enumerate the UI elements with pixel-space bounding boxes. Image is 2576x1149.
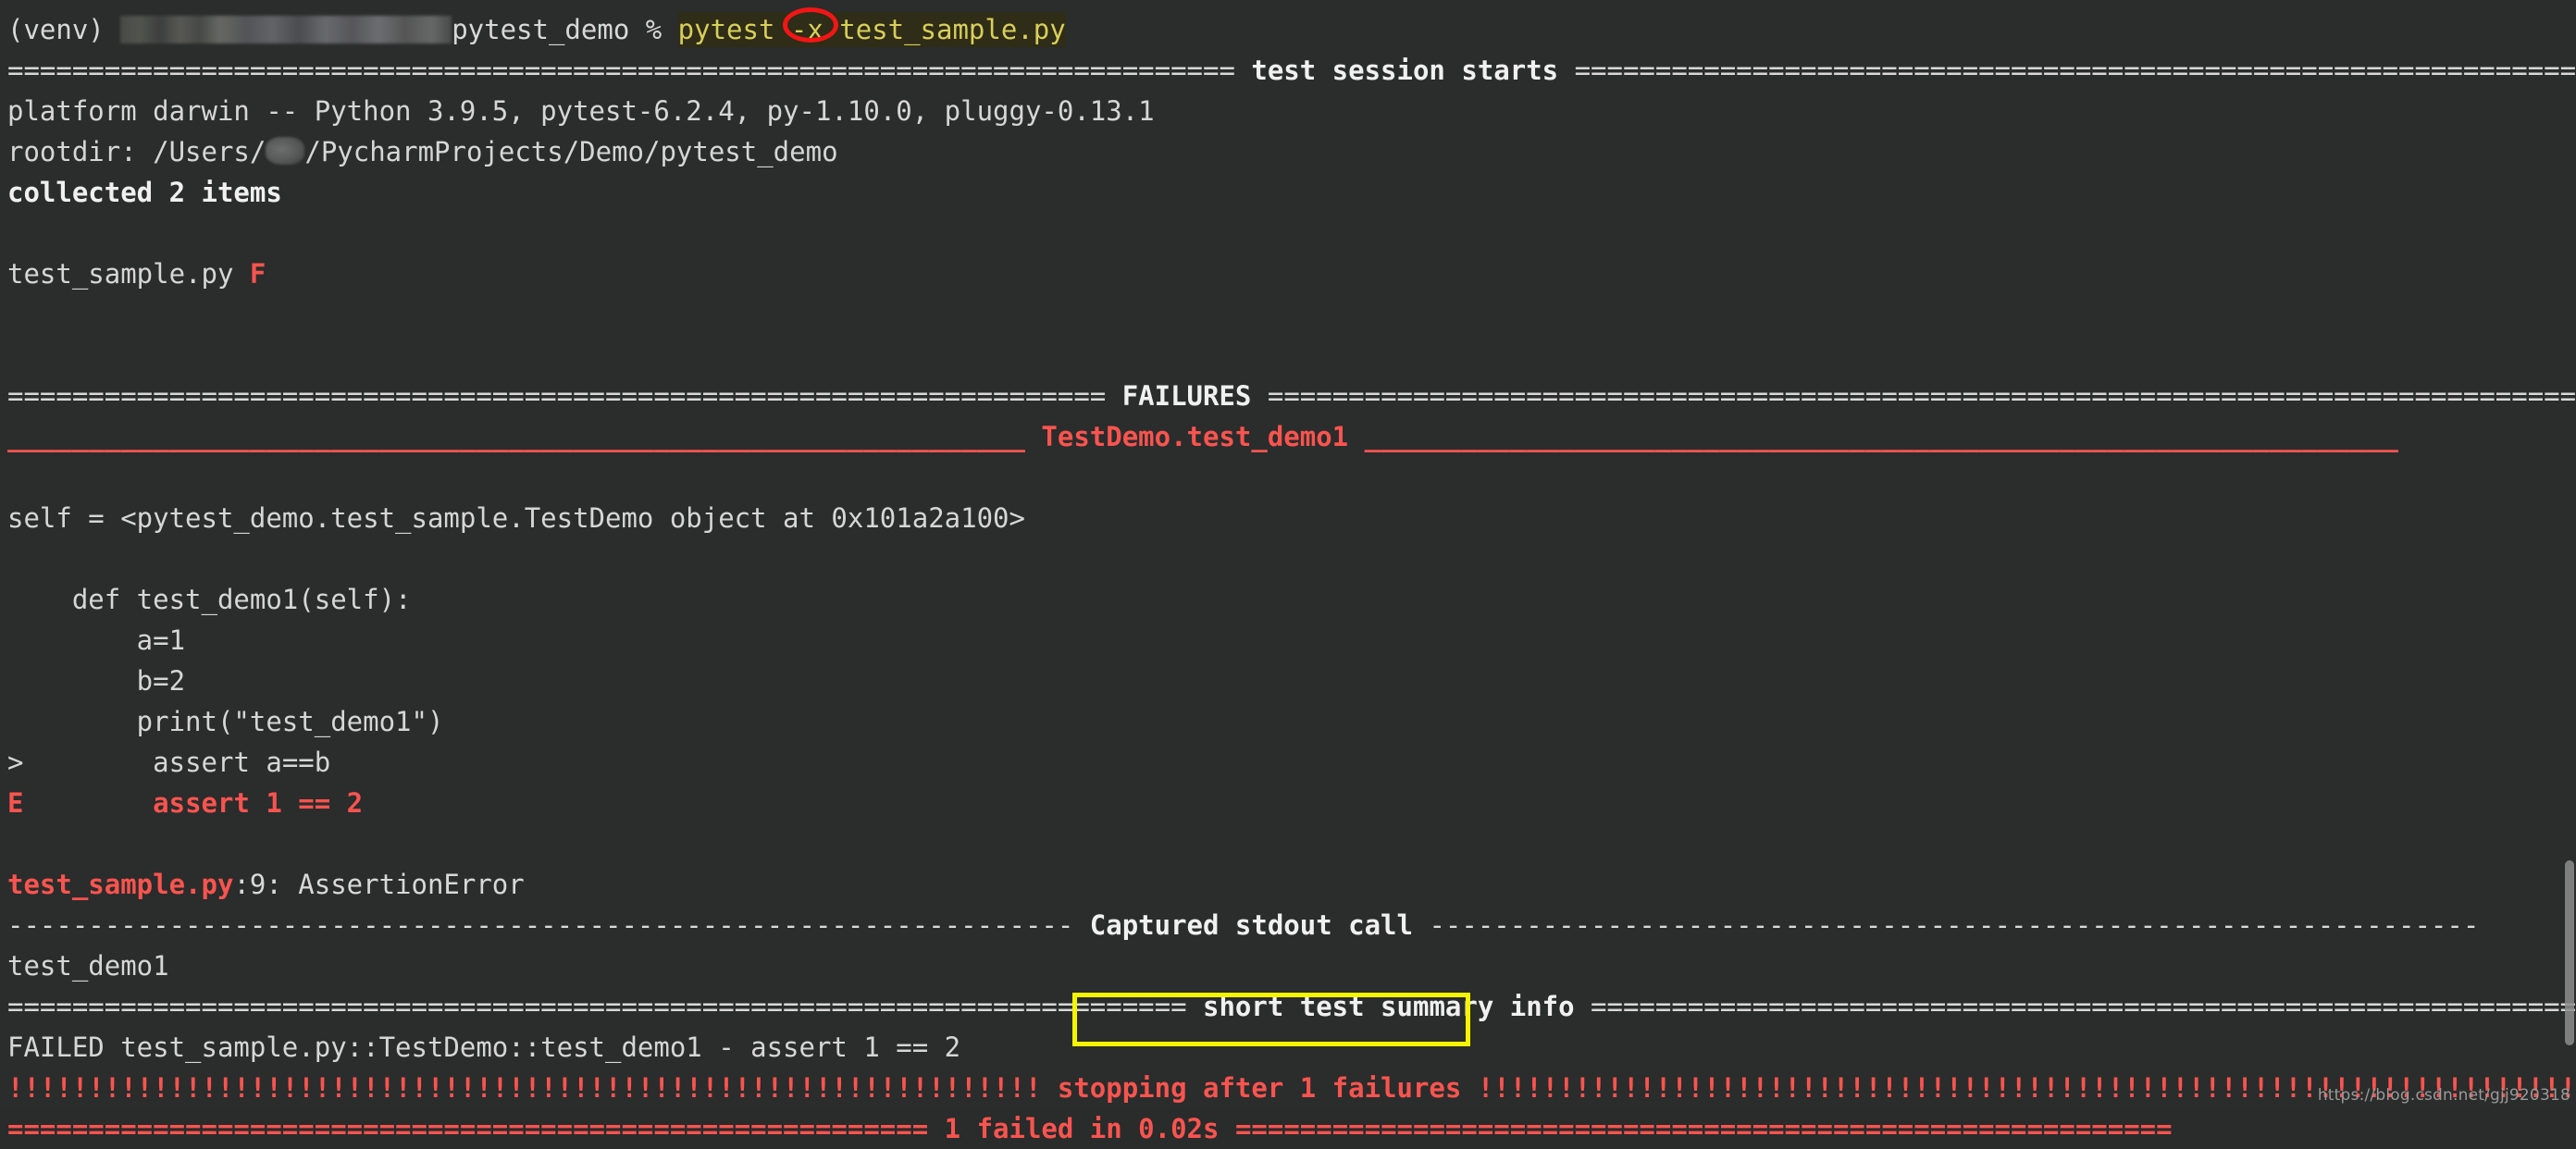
summary-banner: ========================================… (0, 986, 2576, 1027)
command-flag: -x (790, 14, 824, 45)
failed-test-title: TestDemo.test_demo1 (1024, 421, 1365, 452)
final-rule-left: ========================================… (7, 1113, 929, 1144)
bang-rule-left: !!!!!!!!!!!!!!!!!!!!!!!!!!!!!!!!!!!!!!!!… (7, 1072, 1042, 1104)
stopping-banner: !!!!!!!!!!!!!!!!!!!!!!!!!!!!!!!!!!!!!!!!… (0, 1068, 2576, 1108)
spacer-line-5 (0, 538, 2576, 579)
flag-annotation-wrapper: -x (782, 7, 838, 50)
captured-rule-right: ----------------------------------------… (1429, 909, 2480, 941)
error-location-file: test_sample.py (7, 869, 234, 900)
shell-prompt-line: (venv) pytest_demo % pytest -x test_samp… (0, 7, 2576, 50)
captured-stdout-banner: ----------------------------------------… (0, 905, 2576, 945)
assert-error-line: E assert 1 == 2 (0, 783, 2576, 823)
test-progress-line: test_sample.py F (0, 253, 2576, 294)
failures-title: FAILURES (1106, 380, 1268, 412)
summary-failed-line: FAILED test_sample.py::TestDemo::test_de… (7, 1032, 961, 1063)
error-location-rest: :9: AssertionError (233, 869, 525, 900)
final-result-banner: ========================================… (0, 1108, 2576, 1149)
stopping-text: stopping after 1 failures (1041, 1072, 1478, 1104)
error-marker: E (7, 787, 24, 819)
captured-title: Captured stdout call (1073, 909, 1430, 941)
test-result-char: F (249, 258, 266, 290)
terminal-window[interactable]: (venv) pytest_demo % pytest -x test_samp… (0, 0, 2576, 1144)
captured-rule-left: ----------------------------------------… (7, 909, 1074, 941)
venv-indicator: (venv) (7, 14, 121, 45)
collected-items-line: collected 2 items (0, 172, 2576, 213)
assert-marker: > (7, 747, 24, 778)
redacted-path-block (120, 16, 452, 43)
command-name: pytest (677, 14, 791, 45)
assert-source-text: assert a==b (23, 747, 331, 778)
redacted-username-block (266, 137, 305, 165)
watermark-text: https://blog.csdn.net/gjj920318 (2317, 1086, 2570, 1105)
vertical-scrollbar[interactable] (2565, 860, 2574, 1045)
captured-stdout-text: test_demo1 (7, 950, 169, 982)
spacer-line-4 (0, 457, 2576, 498)
failures-rule-right: ========================================… (1267, 380, 2576, 412)
command-target: test_sample.py (823, 14, 1066, 45)
session-start-banner: ========================================… (0, 50, 2576, 91)
summary-rule-right: ========================================… (1591, 991, 2576, 1022)
rootdir-suffix: /PycharmProjects/Demo/pytest_demo (304, 136, 838, 167)
spacer-line-6 (0, 823, 2576, 864)
code-line: print("test_demo1") (7, 706, 444, 737)
banner-rule-left: ========================================… (7, 55, 1235, 86)
final-rule-right: ========================================… (1234, 1113, 2173, 1144)
self-repr-line: self = <pytest_demo.test_sample.TestDemo… (7, 502, 1025, 534)
error-location-line: test_sample.py:9: AssertionError (0, 864, 2576, 905)
failed-test-rule-left: ________________________________________… (7, 421, 1025, 452)
code-line: def test_demo1(self): (7, 584, 412, 615)
banner-rule-right: ========================================… (1574, 55, 2576, 86)
final-result-text: 1 failed in 0.02s (928, 1113, 1235, 1144)
assert-source-line: > assert a==b (0, 742, 2576, 783)
spacer-line-3 (0, 335, 2576, 376)
spacer-line-2 (0, 294, 2576, 335)
code-line: b=2 (7, 665, 186, 697)
collected-items-text: collected 2 items (7, 177, 282, 208)
summary-rule-left: ========================================… (7, 991, 1187, 1022)
rootdir-prefix: rootdir: /Users/ (7, 136, 266, 167)
code-line: a=1 (7, 624, 186, 656)
failed-test-header: ________________________________________… (0, 416, 2576, 457)
rootdir-line: rootdir: /Users/ /PycharmProjects/Demo/py… (0, 131, 2576, 172)
banner-title: test session starts (1234, 55, 1575, 86)
platform-line: platform darwin -- Python 3.9.5, pytest-… (7, 95, 1155, 127)
error-text: assert 1 == 2 (23, 787, 364, 819)
summary-title: short test summary info (1186, 991, 1591, 1022)
failures-banner: ========================================… (0, 376, 2576, 416)
prompt-directory: pytest_demo % (452, 14, 678, 45)
spacer-line-1 (0, 213, 2576, 253)
failures-rule-left: ========================================… (7, 380, 1107, 412)
test-file-name: test_sample.py (7, 258, 250, 290)
failed-test-rule-right: ________________________________________… (1364, 421, 2399, 452)
command-highlight: pytest -x test_sample.py (677, 7, 1066, 50)
